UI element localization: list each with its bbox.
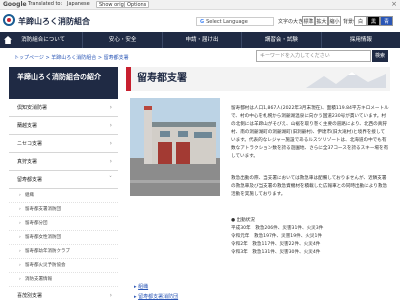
sidebar-subitem[interactable]: › 留寿都幼年消防クラブ: [9, 245, 118, 259]
site-title[interactable]: 羊蹄山ろく消防組合: [18, 16, 90, 27]
main-nav: 消防組合について 安心・安全 申請・届け出 講習会・試験 採用情報: [0, 32, 400, 48]
sidebar-subitem-label: 留寿都火災予防協会: [25, 263, 66, 268]
chevron-right-icon: ›: [109, 122, 112, 129]
main-content: 留寿都支署 留寿都村は人口1,867人(2022年3月末現在)、面積119.84…: [126, 67, 390, 300]
sidebar-subitem-label: 留寿都支署消防団: [25, 207, 61, 212]
font-size-small-button[interactable]: 縮小: [328, 16, 341, 26]
site-logo-icon[interactable]: [3, 14, 15, 26]
bullet-icon: ›: [19, 263, 21, 268]
sidebar-subitem[interactable]: › 消防支署情報: [9, 273, 118, 287]
translated-to-label: Translated to:: [28, 1, 63, 7]
sidebar-item-makkari[interactable]: 真狩支署 ›: [9, 153, 118, 171]
chevron-right-icon: ›: [109, 104, 112, 111]
sidebar-item-kimobetsu[interactable]: 喜茂別支署 ›: [9, 287, 118, 300]
sidebar-item-rusutsu[interactable]: 留寿都支署 ˇ: [9, 171, 118, 189]
close-icon[interactable]: ×: [391, 0, 397, 8]
bullet-icon: ›: [19, 207, 21, 212]
sidebar-subitem[interactable]: › 組織: [9, 189, 118, 203]
stats-row: 令和3年 救急131件、災害30件、火災4件: [231, 250, 321, 255]
intro-paragraph: 留寿都村は人口1,867人(2022年3月末現在)、面積119.84平方キロメー…: [231, 106, 389, 159]
sidebar-item-label: 真狩支署: [17, 159, 38, 165]
bg-blue-button[interactable]: 青: [380, 16, 393, 26]
ambulance-paragraph: 救急出動の際、当支署においては救急車は配備しておりませんが、近隣支署の救急車及び…: [231, 176, 388, 197]
google-translate-bar: Google Translated to: Japanese Show orig…: [0, 0, 400, 10]
sidebar-header[interactable]: 羊蹄山ろく消防組合の紹介: [9, 67, 118, 99]
nav-item-about[interactable]: 消防組合について: [4, 32, 82, 48]
sidebar-item-kutchan[interactable]: 倶知安消防署 ›: [9, 99, 118, 117]
bullet-icon: ›: [19, 249, 21, 254]
sidebar-subitem[interactable]: › 留寿都分団: [9, 217, 118, 231]
bullet-icon: ›: [19, 235, 21, 240]
link-fire-brigade[interactable]: ▸ 留寿都支署消防団: [134, 292, 178, 300]
sidebar: 羊蹄山ろく消防組合の紹介 倶知安消防署 › 蘭越支署 › ニセコ支署 › 真狩支署 › …: [9, 67, 118, 300]
sidebar-subitem[interactable]: › 留寿都支署消防団: [9, 203, 118, 217]
bullet-icon: ›: [19, 193, 21, 198]
stats-title: ● 出動状況: [231, 218, 255, 223]
link-fire-brigade-label: 留寿都支署消防団: [138, 294, 179, 300]
nav-item-courses[interactable]: 講習会・試験: [241, 32, 320, 48]
dispatch-stats: ● 出動状況 平成30年 救急206件、災害31件、火災3件 令和元年 救急19…: [231, 217, 389, 257]
sidebar-item-label: 喜茂別支署: [17, 293, 43, 299]
sidebar-item-label: ニセコ支署: [17, 141, 43, 147]
sidebar-subitem-label: 消防支署情報: [25, 277, 52, 282]
sidebar-subitem[interactable]: › 留寿都女性消防団: [9, 231, 118, 245]
sidebar-subitem-label: 留寿都幼年消防クラブ: [25, 249, 70, 254]
sidebar-item-label: 倶知安消防署: [17, 105, 48, 111]
sidebar-item-niseko[interactable]: ニセコ支署 ›: [9, 135, 118, 153]
chevron-right-icon: ›: [109, 158, 112, 165]
font-size-large-button[interactable]: 拡大: [315, 16, 328, 26]
sidebar-item-label: 蘭越支署: [17, 123, 38, 129]
related-links: ▸ 組織 ▸ 留寿都支署消防団: [134, 282, 178, 300]
chevron-right-icon: ›: [109, 292, 112, 299]
bullet-icon: ›: [19, 221, 21, 226]
nav-item-recruit[interactable]: 採用情報: [320, 32, 400, 48]
stats-row: 令和2年 救急117件、災害22件、火災4件: [231, 242, 321, 247]
sidebar-subitem-label: 留寿都女性消防団: [25, 235, 61, 240]
google-logo: Google: [3, 1, 27, 8]
stats-title-text: 出動状況: [236, 218, 255, 223]
bullet-icon: ›: [19, 277, 21, 282]
mountain-decoration-icon: [306, 72, 386, 88]
sidebar-subitem[interactable]: › 留寿都火災予防協会: [9, 259, 118, 273]
nav-item-applications[interactable]: 申請・届け出: [161, 32, 241, 48]
page-title-text: 留寿都支署: [137, 73, 187, 84]
link-organization-label: 組織: [138, 284, 149, 290]
sidebar-subitem-label: 留寿都分団: [25, 221, 48, 226]
sidebar-item-rankoshi[interactable]: 蘭越支署 ›: [9, 117, 118, 135]
stats-row: 平成30年 救急206件、災害31件、火災3件: [231, 226, 324, 231]
chevron-right-icon: ›: [109, 140, 112, 147]
fire-station-photo: [130, 98, 220, 196]
search-button[interactable]: 検索: [372, 50, 388, 62]
google-g-icon: G: [200, 19, 205, 25]
sidebar-subitem-label: 組織: [25, 193, 34, 198]
chevron-down-icon: ˇ: [109, 176, 112, 183]
bg-black-button[interactable]: 黒: [367, 16, 380, 26]
site-header: 羊蹄山ろく消防組合 G Select Language 文字の大きさ 標準 拡大 …: [0, 10, 400, 32]
language-select-label: Select Language: [206, 19, 248, 25]
language-label: Japanese: [67, 1, 90, 7]
bg-white-button[interactable]: 白: [354, 16, 367, 26]
search-input[interactable]: キーワードを入力してください: [256, 50, 371, 62]
link-organization[interactable]: ▸ 組織: [134, 282, 178, 292]
language-select[interactable]: G Select Language: [196, 17, 274, 26]
font-size-standard-button[interactable]: 標準: [302, 16, 315, 26]
breadcrumb[interactable]: トップページ > 羊蹄山ろく消防組合 > 留寿都支署: [14, 54, 129, 61]
sidebar-item-label: 留寿都支署: [17, 177, 43, 183]
stats-row: 令和元年 救急197件、災害19件、火災1件: [231, 234, 323, 239]
page-title: 留寿都支署: [126, 67, 390, 91]
nav-item-safety[interactable]: 安心・安全: [82, 32, 161, 48]
options-button[interactable]: Options: [124, 1, 150, 8]
